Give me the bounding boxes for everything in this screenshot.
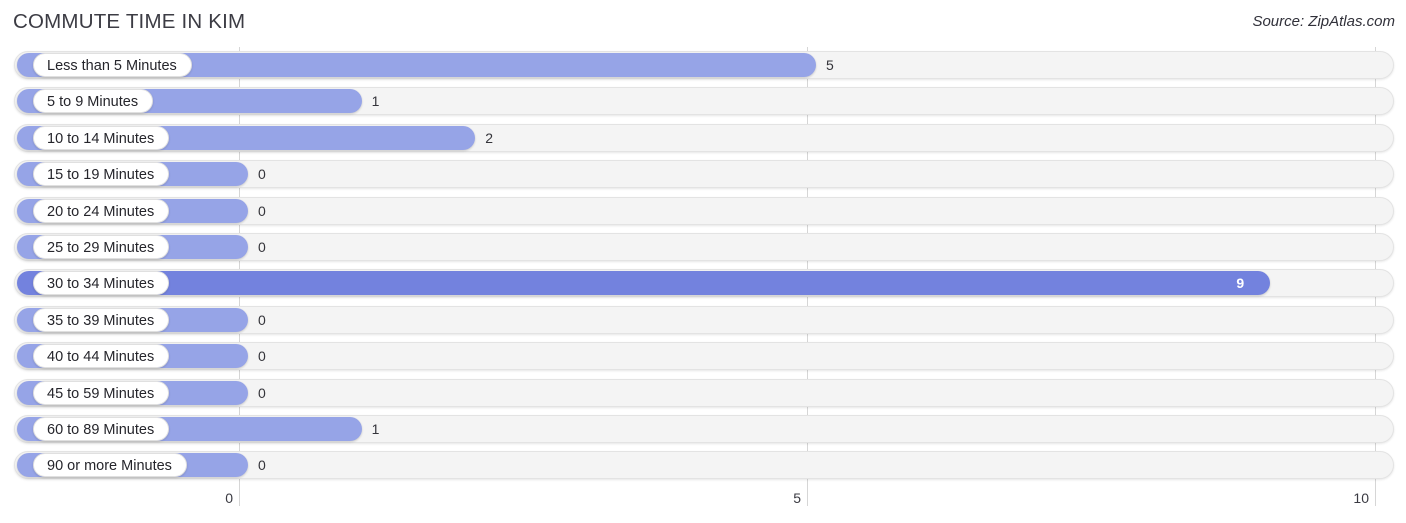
value-label: 0 — [258, 166, 266, 183]
bar-rows: Less than 5 Minutes 5 5 to 9 Minutes 1 10 to… — [0, 47, 1406, 484]
category-label: 20 to 24 Minutes — [33, 198, 170, 223]
value-label: 2 — [485, 129, 493, 146]
category-label: 5 to 9 Minutes — [33, 89, 154, 114]
value-label: 9 — [1236, 275, 1245, 292]
x-axis: 0 5 10 — [0, 484, 1406, 523]
bar-row[interactable]: 35 to 39 Minutes 0 — [0, 302, 1406, 338]
category-label: 30 to 34 Minutes — [33, 271, 170, 296]
category-label: 35 to 39 Minutes — [33, 307, 170, 332]
bar-row[interactable]: 5 to 9 Minutes 1 — [0, 83, 1406, 119]
plot-area: Less than 5 Minutes 5 5 to 9 Minutes 1 10 to… — [0, 47, 1406, 484]
value-label: 0 — [258, 348, 266, 365]
bar-row[interactable]: 30 to 34 Minutes 9 — [0, 265, 1406, 301]
category-label: 40 to 44 Minutes — [33, 344, 170, 369]
x-tick-label: 5 — [793, 490, 801, 506]
category-label: 60 to 89 Minutes — [33, 416, 170, 441]
x-tick-label: 10 — [1353, 490, 1369, 506]
bar-row[interactable]: 40 to 44 Minutes 0 — [0, 338, 1406, 374]
value-label: 0 — [258, 202, 266, 219]
bar-row[interactable]: 45 to 59 Minutes 0 — [0, 375, 1406, 411]
bar-row[interactable]: 15 to 19 Minutes 0 — [0, 156, 1406, 192]
value-label: 0 — [258, 238, 266, 255]
value-label: 5 — [826, 57, 834, 73]
source-attribution: Source: ZipAtlas.com — [1252, 13, 1395, 30]
x-tick-label: 0 — [225, 490, 233, 506]
value-label: 1 — [371, 93, 380, 110]
category-label: 45 to 59 Minutes — [33, 380, 170, 405]
bar-row[interactable]: 60 to 89 Minutes 1 — [0, 411, 1406, 447]
x-tick-line — [807, 484, 808, 506]
value-label: 0 — [258, 457, 266, 474]
bar-row[interactable]: 90 or more Minutes 0 — [0, 447, 1406, 483]
value-label: 0 — [258, 384, 266, 401]
page-title: COMMUTE TIME IN KIM — [13, 10, 246, 33]
value-label: 1 — [371, 420, 380, 437]
x-tick-line — [239, 484, 240, 506]
category-label: 10 to 14 Minutes — [33, 125, 170, 150]
category-label: 15 to 19 Minutes — [33, 162, 170, 187]
value-bar[interactable] — [17, 271, 1271, 296]
chart-header: COMMUTE TIME IN KIM Source: ZipAtlas.com — [0, 0, 1406, 47]
bar-row[interactable]: Less than 5 Minutes 5 — [0, 47, 1406, 83]
x-tick-line — [1375, 484, 1376, 506]
category-label: 25 to 29 Minutes — [33, 234, 170, 259]
bar-row[interactable]: 10 to 14 Minutes 2 — [0, 120, 1406, 156]
value-label: 0 — [258, 311, 266, 328]
category-label: Less than 5 Minutes — [33, 53, 192, 77]
category-label: 90 or more Minutes — [33, 453, 187, 478]
bar-row[interactable]: 25 to 29 Minutes 0 — [0, 229, 1406, 265]
bar-row[interactable]: 20 to 24 Minutes 0 — [0, 193, 1406, 229]
